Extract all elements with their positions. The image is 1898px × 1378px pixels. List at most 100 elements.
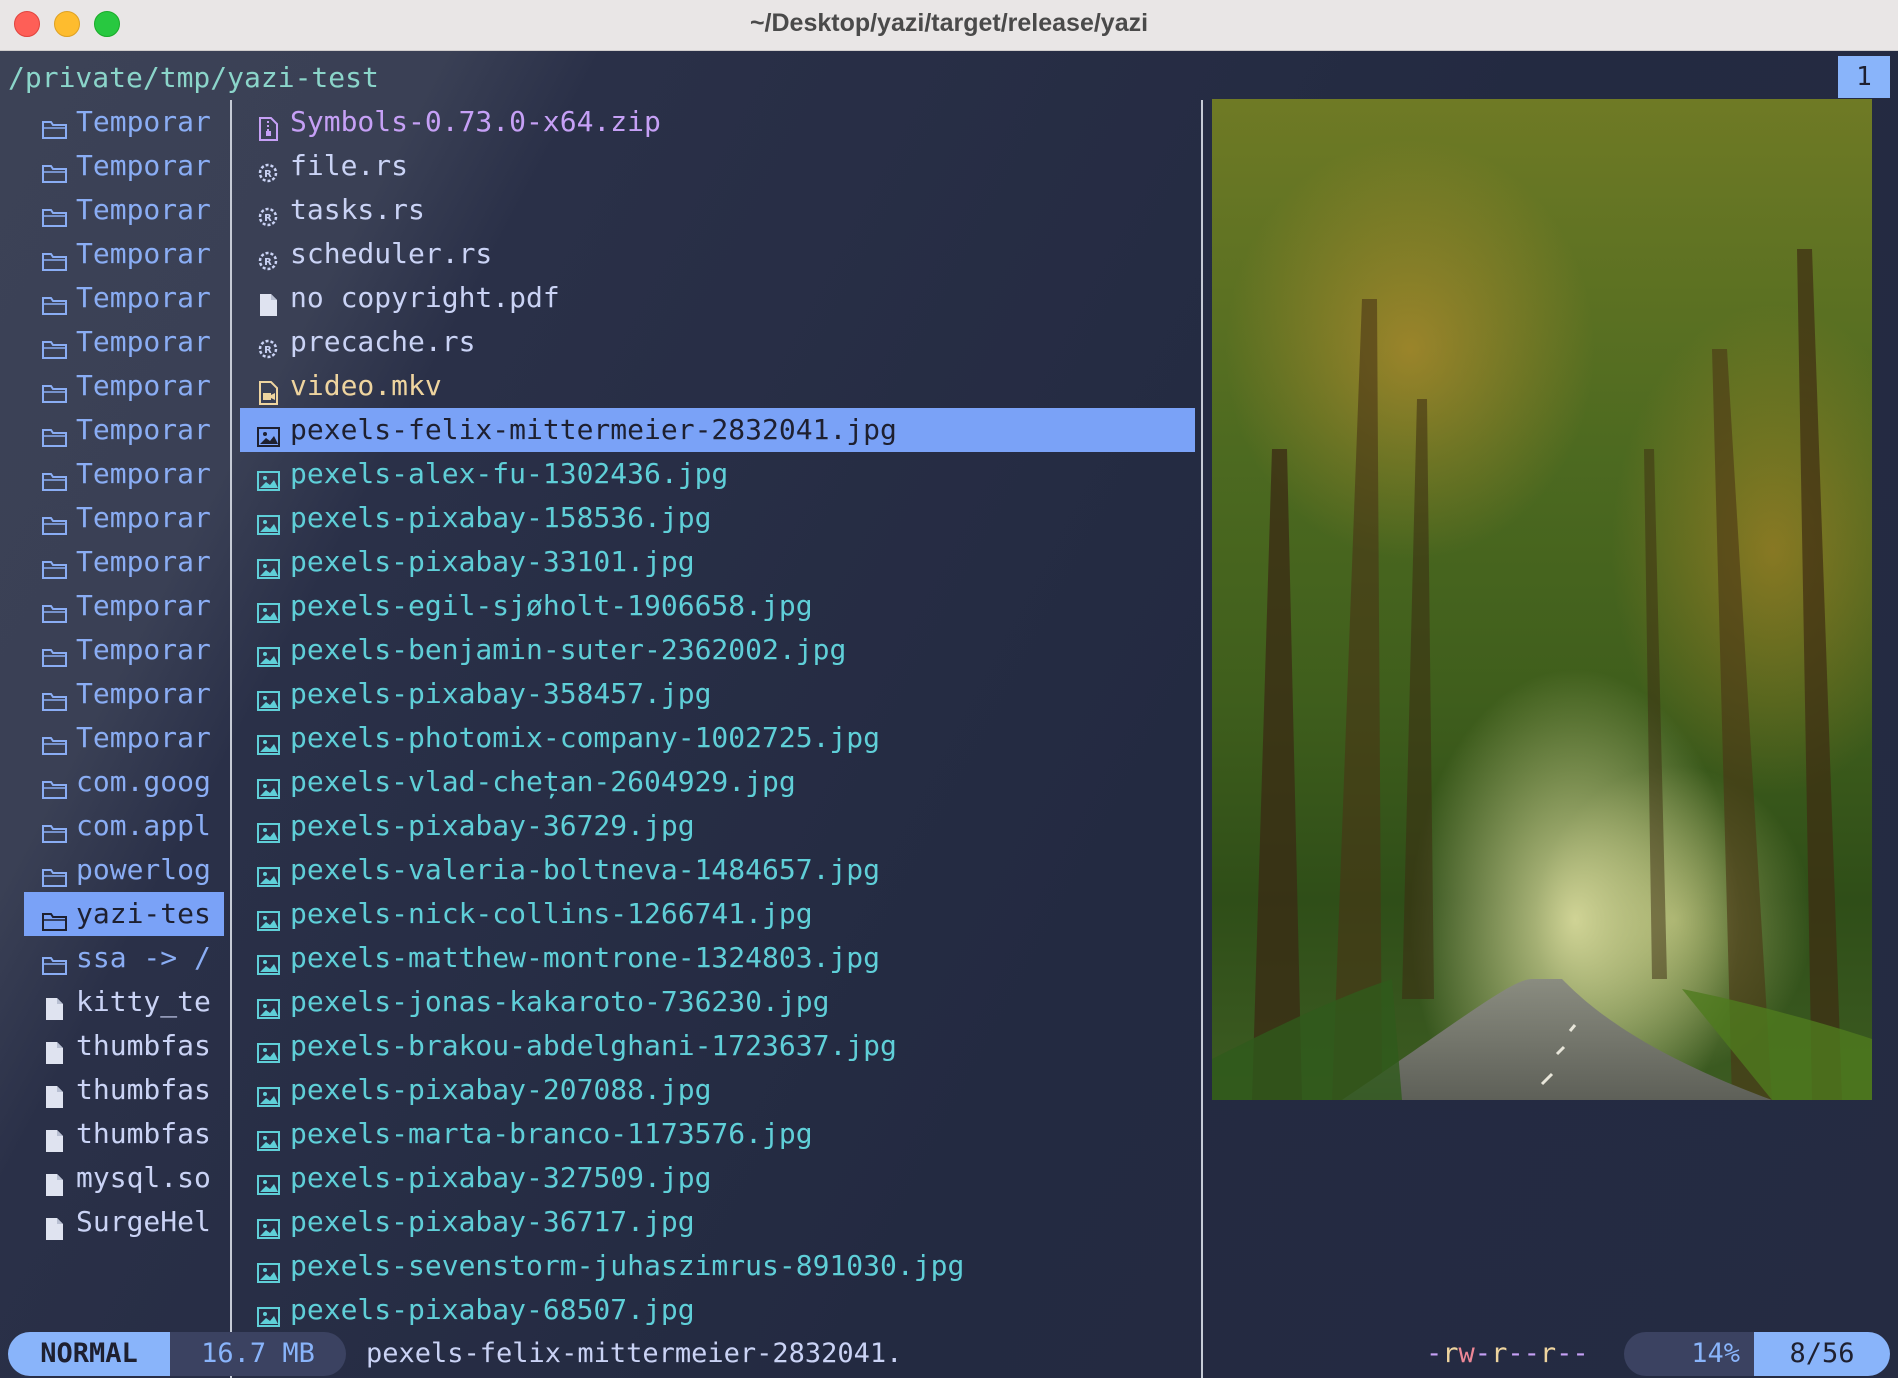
- current-item[interactable]: pexels-pixabay-68507.jpg: [240, 1288, 1195, 1332]
- parent-item[interactable]: Temporar: [24, 672, 224, 716]
- mode-indicator: NORMAL: [8, 1332, 170, 1376]
- parent-item[interactable]: mysql.so: [24, 1156, 224, 1200]
- current-item[interactable]: pexels-pixabay-33101.jpg: [240, 540, 1195, 584]
- image-file-icon: [256, 506, 282, 535]
- image-file-icon: [256, 946, 282, 975]
- file-icon: [256, 286, 282, 316]
- permission-char: -: [1572, 1338, 1589, 1369]
- parent-item[interactable]: powerlog: [24, 848, 224, 892]
- parent-item-label: Temporar: [76, 281, 211, 314]
- parent-item-label: Temporar: [76, 457, 211, 490]
- status-filename: pexels-felix-mittermeier-2832041.: [366, 1338, 903, 1369]
- folder-icon: [42, 726, 68, 755]
- current-item[interactable]: pexels-matthew-montrone-1324803.jpg: [240, 936, 1195, 980]
- current-item[interactable]: pexels-pixabay-36717.jpg: [240, 1200, 1195, 1244]
- parent-item[interactable]: Temporar: [24, 540, 224, 584]
- parent-item[interactable]: Temporar: [24, 716, 224, 760]
- current-item[interactable]: pexels-egil-sjøholt-1906658.jpg: [240, 584, 1195, 628]
- folder-icon: [42, 242, 68, 271]
- folder-icon: [42, 198, 68, 227]
- parent-item[interactable]: Temporar: [24, 100, 224, 144]
- current-item-label: file.rs: [290, 149, 409, 182]
- parent-item-label: Temporar: [76, 413, 211, 446]
- current-item[interactable]: pexels-marta-branco-1173576.jpg: [240, 1112, 1195, 1156]
- current-item-label: Symbols-0.73.0-x64.zip: [290, 105, 661, 138]
- current-directory-column[interactable]: Symbols-0.73.0-x64.zip Rfile.rs Rtasks.rs R…: [240, 100, 1195, 1378]
- parent-item[interactable]: Temporar: [24, 276, 224, 320]
- image-preview: [1212, 99, 1872, 1100]
- parent-item[interactable]: Temporar: [24, 364, 224, 408]
- parent-item[interactable]: SurgeHel: [24, 1200, 224, 1244]
- current-item[interactable]: video.mkv: [240, 364, 1195, 408]
- current-item-label: pexels-egil-sjøholt-1906658.jpg: [290, 589, 813, 622]
- current-item[interactable]: pexels-valeria-boltneva-1484657.jpg: [240, 848, 1195, 892]
- permission-char: r: [1539, 1338, 1557, 1369]
- image-file-icon: [256, 594, 282, 623]
- tab-indicator[interactable]: 1: [1838, 56, 1890, 98]
- parent-item[interactable]: Temporar: [24, 232, 224, 276]
- current-item[interactable]: Rtasks.rs: [240, 188, 1195, 232]
- parent-item[interactable]: Temporar: [24, 188, 224, 232]
- current-item-label: video.mkv: [290, 369, 442, 402]
- current-item[interactable]: pexels-pixabay-327509.jpg: [240, 1156, 1195, 1200]
- current-item[interactable]: Rprecache.rs: [240, 320, 1195, 364]
- parent-item[interactable]: thumbfas: [24, 1068, 224, 1112]
- current-item[interactable]: pexels-nick-collins-1266741.jpg: [240, 892, 1195, 936]
- parent-item-label: Temporar: [76, 589, 211, 622]
- folder-icon: [42, 506, 68, 535]
- current-item-label: pexels-alex-fu-1302436.jpg: [290, 457, 729, 490]
- parent-item[interactable]: Temporar: [24, 452, 224, 496]
- image-file-icon: [256, 550, 282, 579]
- current-item[interactable]: pexels-brakou-abdelghani-1723637.jpg: [240, 1024, 1195, 1068]
- current-item[interactable]: Symbols-0.73.0-x64.zip: [240, 100, 1195, 144]
- parent-item[interactable]: Temporar: [24, 628, 224, 672]
- parent-item-label: kitty_te: [76, 985, 211, 1018]
- current-item[interactable]: pexels-benjamin-suter-2362002.jpg: [240, 628, 1195, 672]
- svg-text:R: R: [264, 213, 272, 224]
- current-item[interactable]: pexels-pixabay-207088.jpg: [240, 1068, 1195, 1112]
- current-item[interactable]: pexels-photomix-company-1002725.jpg: [240, 716, 1195, 760]
- parent-item[interactable]: Temporar: [24, 584, 224, 628]
- current-item-label: pexels-jonas-kakaroto-736230.jpg: [290, 985, 830, 1018]
- parent-item-label: thumbfas: [76, 1073, 211, 1106]
- parent-item[interactable]: com.appl: [24, 804, 224, 848]
- parent-item[interactable]: Temporar: [24, 144, 224, 188]
- folder-icon: [42, 418, 68, 447]
- current-item[interactable]: pexels-felix-mittermeier-2832041.jpg: [240, 408, 1195, 452]
- permission-char: r: [1442, 1338, 1459, 1369]
- parent-item[interactable]: thumbfas: [24, 1112, 224, 1156]
- image-file-icon: [256, 1078, 282, 1107]
- current-item-label: pexels-pixabay-33101.jpg: [290, 545, 695, 578]
- rust-file-icon: R: [256, 242, 282, 271]
- image-file-icon: [256, 770, 282, 799]
- current-item-label: pexels-pixabay-158536.jpg: [290, 501, 712, 534]
- parent-directory-column[interactable]: Temporar Temporar Temporar Temporar Temporar…: [24, 100, 224, 1378]
- current-item[interactable]: no copyright.pdf: [240, 276, 1195, 320]
- current-item[interactable]: pexels-pixabay-358457.jpg: [240, 672, 1195, 716]
- current-item[interactable]: pexels-jonas-kakaroto-736230.jpg: [240, 980, 1195, 1024]
- parent-item[interactable]: thumbfas: [24, 1024, 224, 1068]
- current-item-label: pexels-vlad-chețan-2604929.jpg: [290, 765, 796, 798]
- current-item[interactable]: Rscheduler.rs: [240, 232, 1195, 276]
- permission-char: -: [1474, 1338, 1492, 1369]
- current-item[interactable]: pexels-pixabay-158536.jpg: [240, 496, 1195, 540]
- current-item[interactable]: Rfile.rs: [240, 144, 1195, 188]
- parent-item[interactable]: Temporar: [24, 408, 224, 452]
- parent-item[interactable]: com.goog: [24, 760, 224, 804]
- current-item-label: no copyright.pdf: [290, 281, 560, 314]
- current-item[interactable]: pexels-vlad-chețan-2604929.jpg: [240, 760, 1195, 804]
- parent-item[interactable]: kitty_te: [24, 980, 224, 1024]
- parent-item[interactable]: yazi-tes: [24, 892, 224, 936]
- parent-item[interactable]: Temporar: [24, 320, 224, 364]
- current-item[interactable]: pexels-alex-fu-1302436.jpg: [240, 452, 1195, 496]
- file-icon: [42, 1078, 68, 1108]
- parent-item[interactable]: Temporar: [24, 496, 224, 540]
- current-item[interactable]: pexels-sevenstorm-juhaszimrus-891030.jpg: [240, 1244, 1195, 1288]
- current-item[interactable]: pexels-pixabay-36729.jpg: [240, 804, 1195, 848]
- folder-icon: [42, 858, 68, 887]
- parent-item-label: com.appl: [76, 809, 211, 842]
- current-item-label: pexels-pixabay-358457.jpg: [290, 677, 712, 710]
- image-file-icon: [256, 902, 282, 931]
- parent-item[interactable]: ssa -> /: [24, 936, 224, 980]
- folder-icon: [42, 594, 68, 623]
